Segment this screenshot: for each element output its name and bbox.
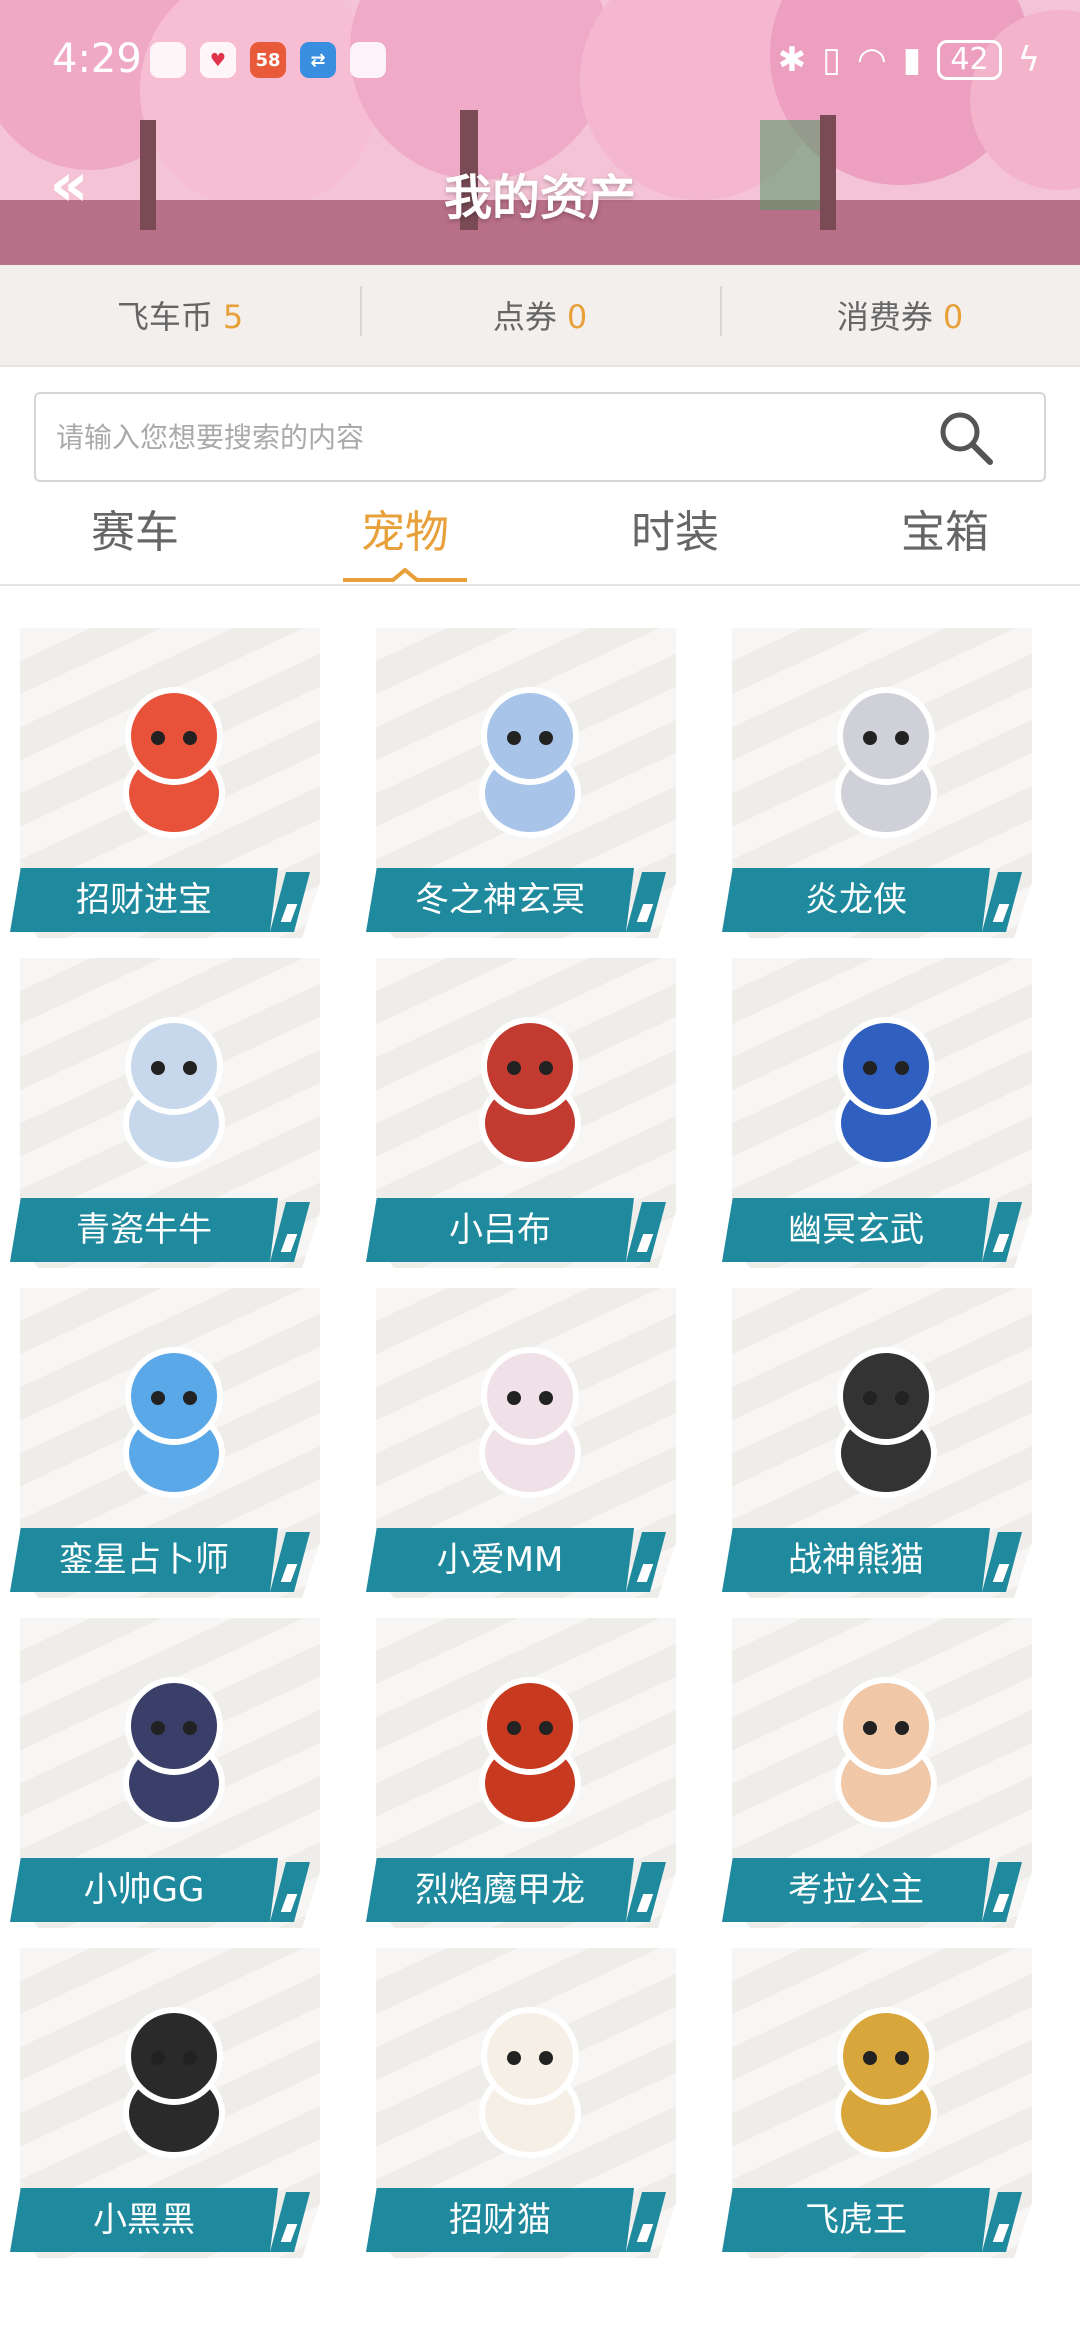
pet-name: 招财进宝 [10,868,278,932]
currency-label: 点券 [492,298,557,336]
search-box [34,392,1046,482]
pet-name: 青瓷牛牛 [10,1198,278,1262]
tab-label: 宝箱 [901,507,989,558]
status-bar: 4:29 ♥ 58 ⇄ ✱ ▯ ◠ ▮ 42 ϟ [0,0,1080,120]
pet-image [123,1347,225,1498]
currency-label: 消费券 [836,298,933,336]
pet-name: 幽冥玄武 [722,1198,990,1262]
transfer-icon: ⇄ [300,42,336,78]
pet-card[interactable]: 飞虎王 [716,1948,1036,2258]
pet-name: 招财猫 [366,2188,634,2252]
pet-name: 冬之神玄冥 [366,868,634,932]
search-icon[interactable] [936,408,996,468]
tab-pet[interactable]: 宠物 [270,490,540,584]
heart-icon: ♥ [200,42,236,78]
pet-card[interactable]: 冬之神玄冥 [360,628,680,938]
tab-fashion[interactable]: 时装 [540,490,810,584]
pet-card[interactable]: 考拉公主 [716,1618,1036,1928]
currency-xiaofeiquan: 消费券 0 [720,286,1080,338]
currency-value: 0 [942,298,964,336]
currency-feicheb: 飞车币 5 [0,292,360,338]
wifi-icon: ◠ [856,40,887,80]
pet-image [835,687,937,838]
pet-image [479,687,581,838]
pet-image [835,1347,937,1498]
app-icon [350,42,386,78]
pet-card[interactable]: 青瓷牛牛 [4,958,324,1268]
pet-name: 飞虎王 [722,2188,990,2252]
pet-image [835,1017,937,1168]
pet-card[interactable]: 小吕布 [360,958,680,1268]
pet-image [479,1017,581,1168]
charging-icon: ϟ [1017,40,1040,80]
search-input[interactable] [56,394,936,480]
app-icon [150,42,186,78]
category-tabs: 赛车 宠物 时装 宝箱 [0,490,1080,586]
notification-icons: ♥ 58 ⇄ [150,42,386,78]
pet-card[interactable]: 烈焰魔甲龙 [360,1618,680,1928]
pet-name: 考拉公主 [722,1858,990,1922]
pet-card[interactable]: 小黑黑 [4,1948,324,2258]
tab-label: 时装 [631,507,719,558]
pet-name: 战神熊猫 [722,1528,990,1592]
pet-image [835,2007,937,2158]
pet-image [835,1677,937,1828]
pet-card[interactable]: 招财进宝 [4,628,324,938]
tab-racecar[interactable]: 赛车 [0,490,270,584]
pet-card[interactable]: 战神熊猫 [716,1288,1036,1598]
pet-image [123,1017,225,1168]
pet-name: 小爱MM [366,1528,634,1592]
tab-label: 宠物 [361,507,449,558]
vibrate-icon: ▯ [822,40,841,80]
pet-card[interactable]: 招财猫 [360,1948,680,2258]
currency-value: 5 [222,298,244,336]
pet-card[interactable]: 小帅GG [4,1618,324,1928]
tab-treasure-box[interactable]: 宝箱 [810,490,1080,584]
pet-card[interactable]: 小爱MM [360,1288,680,1598]
pet-name: 炎龙侠 [722,868,990,932]
bluetooth-icon: ✱ [777,40,807,80]
page-title: 我的资产 [443,170,636,226]
tab-label: 赛车 [91,507,179,558]
pet-image [123,2007,225,2158]
currency-bar: 飞车币 5 点券 0 消费券 0 [0,265,1080,367]
pet-image [479,1347,581,1498]
active-tab-indicator [343,568,467,582]
pet-name: 銮星占卜师 [10,1528,278,1592]
pet-name: 烈焰魔甲龙 [366,1858,634,1922]
system-icons: ✱ ▯ ◠ ▮ 42 ϟ [778,40,1040,80]
pet-image [479,2007,581,2158]
pet-name: 小帅GG [10,1858,278,1922]
pet-name: 小黑黑 [10,2188,278,2252]
header-banner: 4:29 ♥ 58 ⇄ ✱ ▯ ◠ ▮ 42 ϟ « 我的资产 [0,0,1080,265]
pet-image [123,687,225,838]
pet-image [123,1677,225,1828]
pet-card[interactable]: 炎龙侠 [716,628,1036,938]
pet-card[interactable]: 銮星占卜师 [4,1288,324,1598]
currency-value: 0 [566,298,588,336]
pet-image [479,1677,581,1828]
battery-indicator: 42 [937,40,1002,80]
pet-name: 小吕布 [366,1198,634,1262]
status-time: 4:29 [52,36,142,82]
pet-card[interactable]: 幽冥玄武 [716,958,1036,1268]
58-app-icon: 58 [250,42,286,78]
signal-icon: ▮ [902,40,922,80]
currency-dianquan: 点券 0 [360,286,720,338]
currency-label: 飞车币 [116,298,213,336]
